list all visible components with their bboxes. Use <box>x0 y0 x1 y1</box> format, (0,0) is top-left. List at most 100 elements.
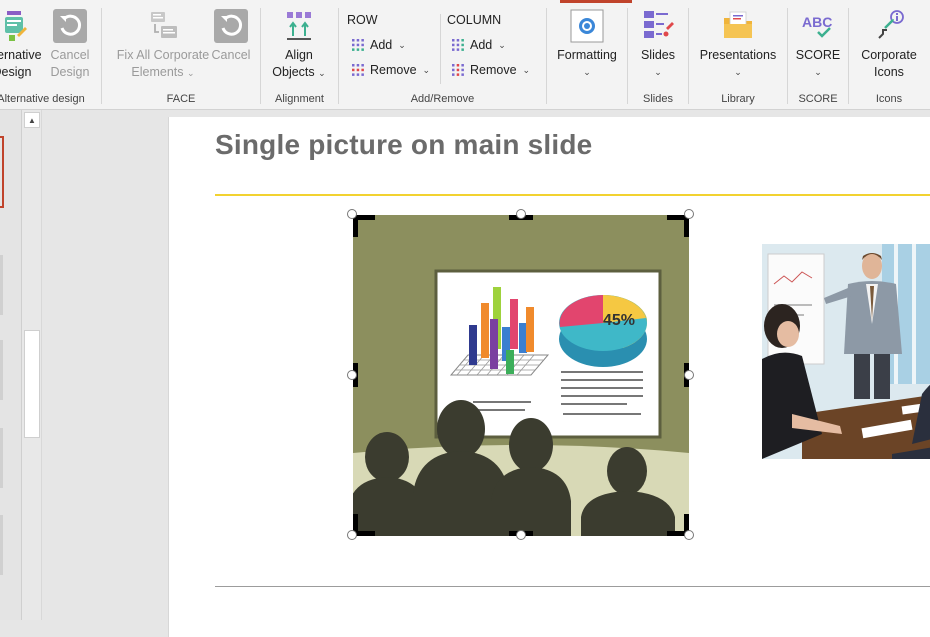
score-button[interactable]: ABC SCORE ⌄ <box>790 8 846 81</box>
group-label-add-remove: Add/Remove <box>410 93 475 105</box>
slide-thumbnail[interactable] <box>0 428 3 488</box>
group-score: ABC SCORE ⌄ SCORE <box>788 0 848 108</box>
slide-thumbnail[interactable] <box>0 255 3 315</box>
group-alternative-design: Alternative Design Cancel Design Alterna… <box>0 0 102 108</box>
cancel-design-label-1: Cancel <box>50 48 90 62</box>
selected-slide-thumbnail[interactable] <box>0 136 4 208</box>
fix-elements-icon <box>145 8 181 44</box>
alternative-design-label-1: Alternative <box>0 48 42 62</box>
group-face: Fix All Corporate Elements ⌄ Cancel FACE <box>102 0 260 108</box>
spellcheck-icon: ABC <box>800 8 836 44</box>
chevron-down-icon: ⌄ <box>734 67 742 77</box>
folder-icon <box>720 8 756 44</box>
group-alignment: Align Objects ⌄ Alignment <box>261 0 338 108</box>
slide-thumbnail-pane <box>0 110 22 620</box>
group-library: Presentations ⌄ Library <box>689 0 787 108</box>
ribbon: Alternative Design Cancel Design Alterna… <box>0 0 930 110</box>
corporate-icons-button[interactable]: Corporate Icons <box>853 8 925 81</box>
align-objects-button[interactable]: Align Objects ⌄ <box>267 8 331 82</box>
column-add-button[interactable]: Add ⌄ <box>451 38 506 52</box>
selected-picture[interactable]: 45% <box>347 209 694 540</box>
chevron-down-icon: ⌄ <box>583 67 591 77</box>
group-icons: Corporate Icons Icons <box>849 0 929 108</box>
align-label-2: Objects <box>272 65 315 79</box>
column-remove-label: Remove <box>470 63 517 77</box>
meeting-photo-image <box>762 244 930 459</box>
face-cancel-button[interactable]: Cancel <box>206 8 256 64</box>
slide-thumbnail[interactable] <box>0 340 3 400</box>
chevron-down-icon: ⌄ <box>422 64 431 75</box>
group-label-alternative-design: Alternative design <box>0 93 85 105</box>
remove-column-icon <box>452 64 464 76</box>
group-label-slides: Slides <box>643 93 673 105</box>
corporate-icons-icon <box>871 8 907 44</box>
resize-handle-bottom-left[interactable] <box>347 530 357 540</box>
align-label-2-row: Objects ⌄ <box>272 64 325 82</box>
chevron-down-icon: ⌄ <box>654 67 662 77</box>
face-cancel-label: Cancel <box>211 48 251 62</box>
row-remove-label: Remove <box>370 63 417 77</box>
chevron-down-icon: ⌄ <box>398 39 406 50</box>
add-row-icon <box>352 39 364 51</box>
slides-button[interactable]: Slides ⌄ <box>630 8 686 81</box>
resize-handle-top-left[interactable] <box>347 209 357 219</box>
resize-handle-left[interactable] <box>347 370 357 380</box>
formatting-button[interactable]: Formatting ⌄ <box>553 8 621 81</box>
row-header: ROW <box>347 13 378 27</box>
corporate-icons-label-2: Icons <box>874 65 904 79</box>
group-label-face: FACE <box>166 93 196 105</box>
scroll-up-icon[interactable]: ▲ <box>24 112 40 128</box>
fix-all-label-2: Elements <box>131 65 184 79</box>
score-label: SCORE <box>795 48 841 62</box>
resize-handle-top-right[interactable] <box>684 209 694 219</box>
fix-all-label-1: Fix All Corporate <box>116 48 210 62</box>
column-header: COLUMN <box>447 13 502 27</box>
fix-all-corporate-elements-button[interactable]: Fix All Corporate Elements ⌄ <box>108 8 218 82</box>
slide-title[interactable]: Single picture on main slide <box>215 129 592 161</box>
group-formatting: Formatting ⌄ <box>547 0 627 108</box>
footer-rule <box>215 586 930 587</box>
ribbon-subseparator <box>440 14 441 84</box>
align-label-1: Align <box>285 48 313 62</box>
resize-handle-right[interactable] <box>684 370 694 380</box>
group-slides: Slides ⌄ Slides <box>628 0 688 108</box>
presentations-label: Presentations <box>699 48 777 62</box>
score-icon-text: ABC <box>802 14 832 30</box>
presentation-illustration: 45% <box>353 215 689 536</box>
presentations-button[interactable]: Presentations ⌄ <box>693 8 783 81</box>
cancel-design-button[interactable]: Cancel Design <box>42 8 98 81</box>
group-label-library: Library <box>721 93 755 105</box>
alternative-design-button[interactable]: Alternative Design <box>0 8 44 81</box>
pie-chart-label: 45% <box>603 312 635 329</box>
resize-handle-bottom-right[interactable] <box>684 530 694 540</box>
chevron-down-icon: ⌄ <box>187 68 195 78</box>
row-add-button[interactable]: Add ⌄ <box>351 38 406 52</box>
meeting-photo[interactable] <box>762 244 930 459</box>
add-column-icon <box>452 39 464 51</box>
column-add-label: Add <box>470 38 493 52</box>
remove-row-icon <box>352 64 364 76</box>
thumbnail-scrollbar[interactable]: ▲ <box>22 110 42 620</box>
title-underline <box>215 194 930 196</box>
formatting-label: Formatting <box>557 48 617 62</box>
undo-icon <box>213 8 249 44</box>
align-objects-icon <box>281 8 317 44</box>
undo-icon <box>52 8 88 44</box>
chevron-down-icon: ⌄ <box>498 39 506 50</box>
resize-handle-bottom[interactable] <box>516 530 526 540</box>
group-label-score: SCORE <box>798 93 838 105</box>
row-add-label: Add <box>370 38 393 52</box>
alternative-design-label-2: Design <box>0 65 32 79</box>
scrollbar-thumb[interactable] <box>24 330 40 438</box>
chevron-down-icon: ⌄ <box>522 64 531 75</box>
fix-all-label-2-row: Elements ⌄ <box>131 64 194 82</box>
chevron-down-icon: ⌄ <box>318 68 326 78</box>
row-remove-button[interactable]: Remove ⌄ <box>351 63 430 77</box>
slides-label: Slides <box>640 48 676 62</box>
slide-thumbnail[interactable] <box>0 515 3 575</box>
slide-canvas[interactable]: Single picture on main slide 45% <box>168 117 930 637</box>
group-add-remove: ROW Add ⌄ Remove ⌄ COLUMN Add ⌄ Remove ⌄… <box>339 0 546 108</box>
resize-handle-top[interactable] <box>516 209 526 219</box>
corporate-icons-label-1: Corporate <box>861 48 917 62</box>
column-remove-button[interactable]: Remove ⌄ <box>451 63 530 77</box>
